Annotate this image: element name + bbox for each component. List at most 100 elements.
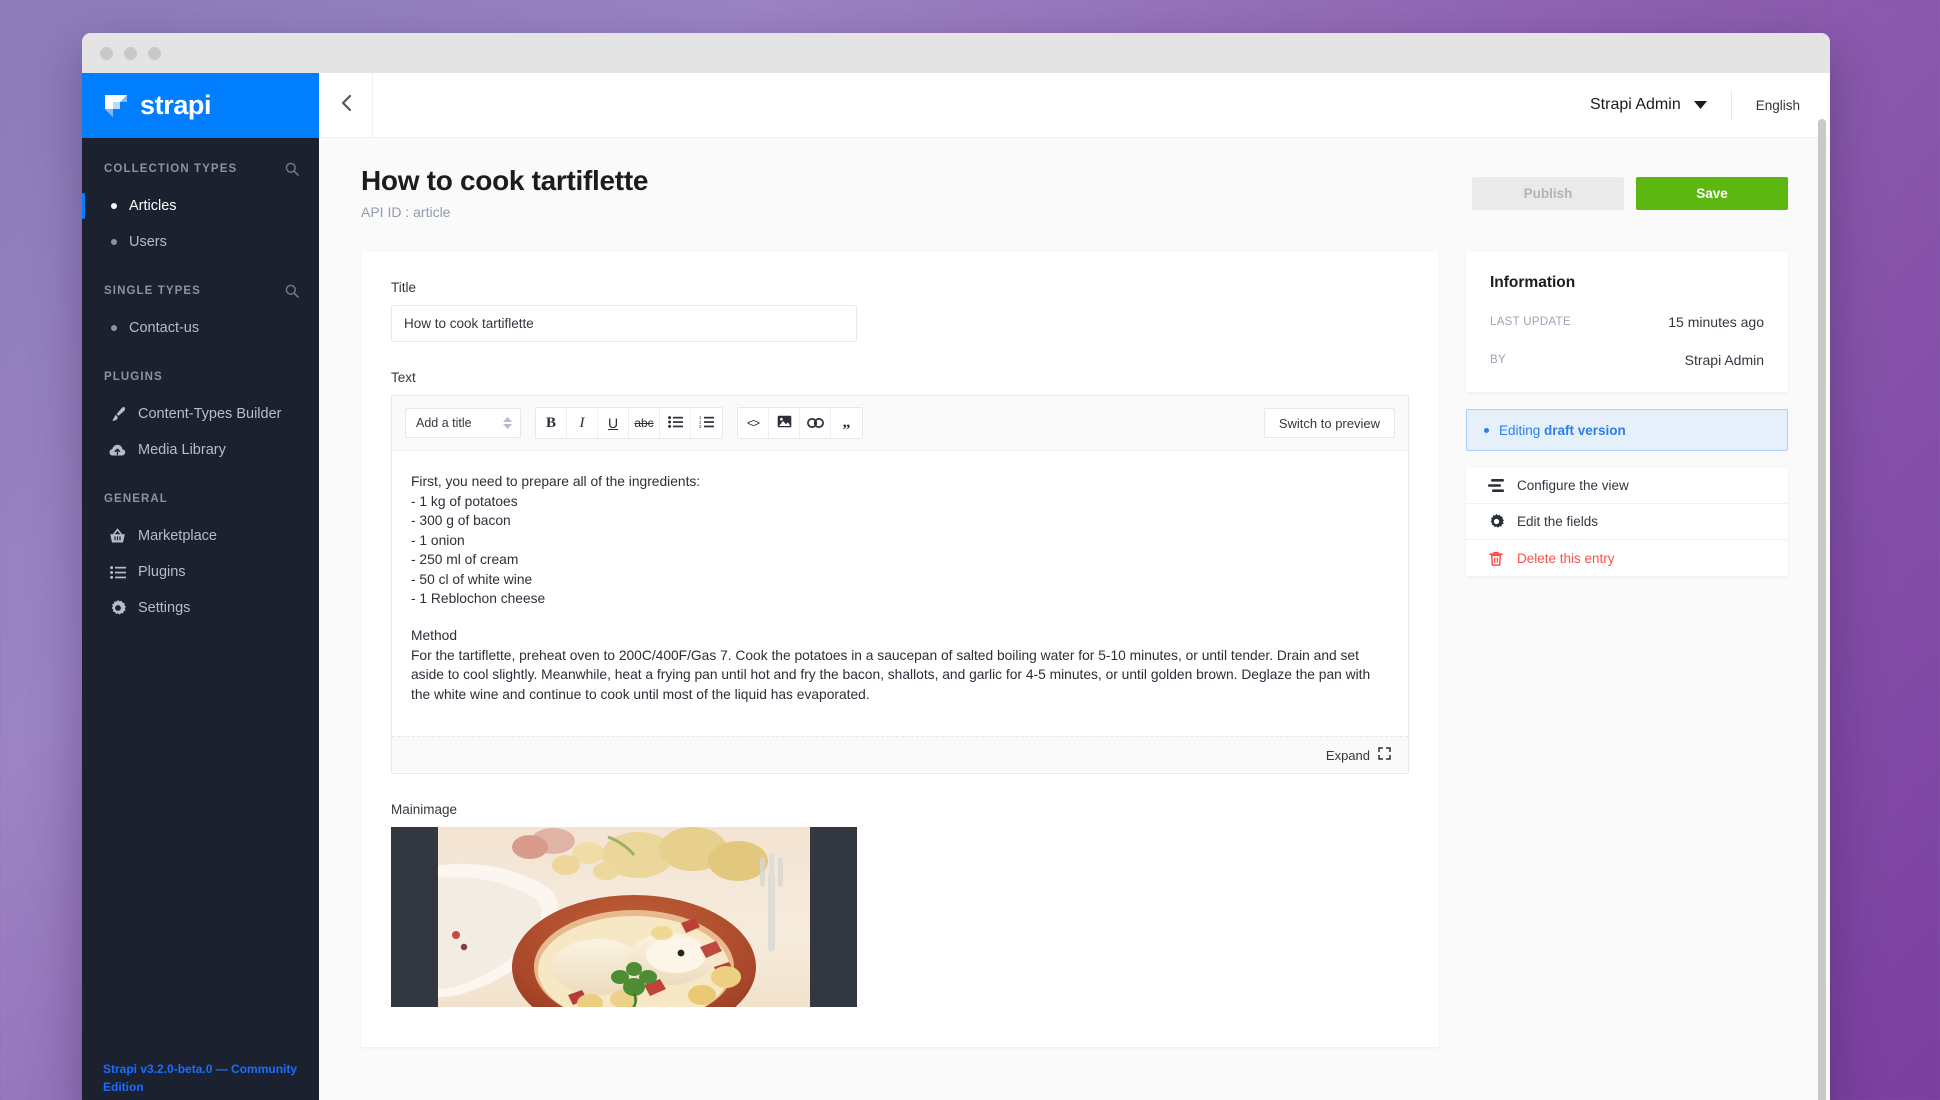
title-field-label: Title [391,280,417,295]
sidebar-section-label: COLLECTION TYPES [104,163,238,175]
list-ul-icon [667,415,683,431]
information-value: Strapi Admin [1684,352,1764,368]
code-icon: <> [746,416,760,430]
editor-toolbar: Add a title B I U abc 1 2 3 <> „ Switch … [392,396,1408,451]
sidebar-item-label: Plugins [138,564,186,580]
sliders-icon [1488,479,1504,492]
page-content: How to cook tartiflette API ID : article… [319,138,1830,1100]
right-sidebar: Information LAST UPDATE 15 minutes ago BY… [1466,252,1788,576]
back-button[interactable] [319,72,373,138]
main-column: Strapi Admin English How to cook tartifl… [319,72,1830,1100]
expand-label: Expand [1325,747,1370,763]
entry-actions-card: Configure the view Edit the fields Delete … [1466,468,1788,576]
page-header: How to cook tartiflette API ID : article… [361,165,1788,220]
page-actions: Publish Save [1472,165,1788,210]
heading-select[interactable]: Add a title [405,408,521,438]
editor-expand-bar[interactable]: Expand [392,736,1408,773]
action-delete-this-entry[interactable]: Delete this entry [1466,540,1788,576]
sidebar: strapi COLLECTION TYPES Articles Users SING… [82,73,319,1100]
svg-text:3: 3 [699,424,702,428]
code-button[interactable]: <> [738,408,769,438]
sidebar-item-label: Media Library [138,442,226,458]
topbar-right: Strapi Admin English [1590,90,1830,120]
numbered-list-button[interactable]: 1 2 3 [691,408,722,438]
strikethrough-button[interactable]: abc [629,408,660,438]
sidebar-item-label: Content-Types Builder [138,406,282,422]
action-configure-the-view[interactable]: Configure the view [1466,468,1788,504]
sidebar-item-articles[interactable]: Articles [82,188,319,224]
information-row: BY Strapi Admin [1490,352,1764,368]
switch-to-preview-button[interactable]: Switch to preview [1263,408,1395,438]
quote-button[interactable]: „ [831,408,862,438]
text-field: Text Add a title B I U abc 1 2 3 <> „ Sw… [391,370,1409,774]
bullet-icon [111,239,117,245]
sidebar-item-media-library[interactable]: Media Library [82,432,319,468]
cloud-upload-icon [109,443,126,457]
information-value: 15 minutes ago [1668,314,1764,330]
action-edit-the-fields[interactable]: Edit the fields [1466,504,1788,540]
title-input[interactable] [391,305,857,342]
sidebar-section-collection-types: COLLECTION TYPES [82,156,319,182]
editor-content[interactable]: First, you need to prepare all of the in… [392,451,1408,736]
page-title-block: How to cook tartiflette API ID : article [361,165,648,220]
maximize-icon[interactable] [148,46,161,60]
draft-emphasis: draft version [1544,422,1626,438]
sidebar-item-content-types-builder[interactable]: Content-Types Builder [82,396,319,432]
underline-button[interactable]: U [598,408,629,438]
quote-icon: „ [842,414,851,431]
information-rows: LAST UPDATE 15 minutes ago BY Strapi Admi… [1490,314,1764,368]
search-icon[interactable] [285,162,299,176]
sidebar-section-label: GENERAL [104,493,168,505]
bulleted-list-button[interactable] [660,408,691,438]
save-button[interactable]: Save [1636,177,1788,210]
sidebar-item-marketplace[interactable]: Marketplace [82,518,319,554]
editor-line: First, you need to prepare all of the in… [411,474,701,489]
edit-form-card: Title Text Add a title [361,252,1439,1047]
sidebar-section-single-types: SINGLE TYPES [82,278,319,304]
sidebar-item-settings[interactable]: Settings [82,590,319,626]
sidebar-item-users[interactable]: Users [82,224,319,260]
mainimage-photo [438,827,810,1007]
sidebar-section-label: SINGLE TYPES [104,285,201,297]
italic-button[interactable]: I [567,408,598,438]
action-label: Edit the fields [1517,514,1599,529]
paintbrush-icon [109,406,126,422]
link-button[interactable] [800,408,831,438]
window-scrollbar[interactable] [1818,119,1826,1100]
trash-icon [1488,551,1504,566]
bold-button[interactable]: B [536,408,567,438]
editor-line: - 300 g of bacon [411,513,511,529]
editor-method-heading: Method [411,628,458,644]
language-selector[interactable]: English [1756,98,1800,113]
sidebar-item-plugins[interactable]: Plugins [82,554,319,590]
list-icon [109,565,126,579]
information-row: LAST UPDATE 15 minutes ago [1490,314,1764,330]
draft-status-badge[interactable]: Editing draft version [1466,409,1788,451]
admin-menu[interactable]: Strapi Admin [1590,90,1732,120]
sidebar-item-contact-us[interactable]: Contact-us [82,310,319,346]
close-icon[interactable] [100,46,113,60]
sidebar-section-plugins: PLUGINS [82,364,319,390]
sidebar-item-label: Contact-us [129,320,200,336]
mainimage-preview[interactable] [391,827,857,1007]
link-icon [806,416,824,431]
wysiwyg-editor: Add a title B I U abc 1 2 3 <> „ Switch … [391,395,1409,774]
image-button[interactable] [769,408,800,438]
brand-name: strapi [140,90,212,120]
brand-logo[interactable]: strapi [82,73,319,138]
minimize-icon[interactable] [124,46,137,60]
editor-method-body: For the tartiflette, preheat oven to 200… [411,647,1371,702]
mainimage-field: Mainimage [391,802,1409,1007]
chevron-left-icon [339,93,353,118]
scrollbar-thumb[interactable] [1818,119,1826,1100]
bullet-icon [111,203,117,209]
search-icon[interactable] [285,284,299,298]
bullet-icon [111,325,117,331]
sidebar-section-label: PLUGINS [104,371,163,383]
editor-ingredients: First, you need to prepare all of the in… [411,472,1389,609]
mainimage-field-label: Mainimage [391,802,458,817]
shopping-basket-icon [109,528,126,544]
editor-line: - 1 onion [411,532,465,548]
version-label[interactable]: Strapi v3.2.0-beta.0 — Community Edition [103,1062,297,1094]
publish-button[interactable]: Publish [1472,177,1624,210]
